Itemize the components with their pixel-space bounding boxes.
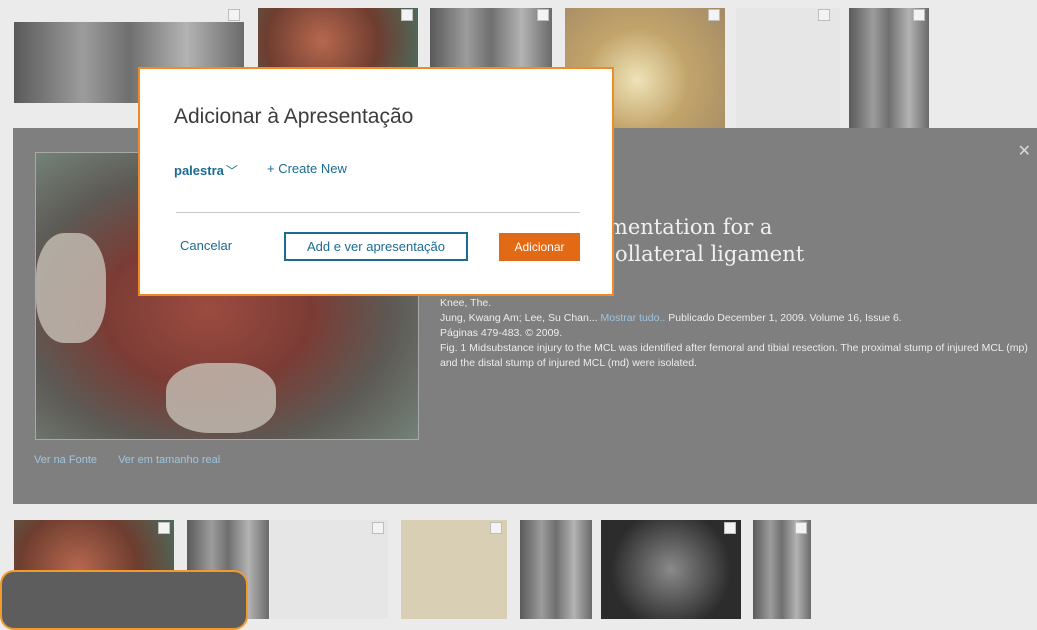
thumbnail-image[interactable] (601, 520, 741, 619)
add-and-view-button[interactable]: Add e ver apresentação (284, 232, 468, 261)
thumbnail-checkbox[interactable] (913, 9, 925, 21)
cancel-button[interactable]: Cancelar (180, 238, 232, 253)
show-all-authors-link[interactable]: Mostrar tudo.. (601, 312, 666, 324)
bottom-panel-tab[interactable] (0, 570, 248, 630)
thumbnail-image[interactable] (520, 520, 592, 619)
add-to-presentation-modal: Adicionar à Apresentação palestra ﹀ + Cre… (138, 67, 614, 296)
view-full-size-link[interactable]: Ver em tamanho real (118, 454, 220, 466)
thumbnail-checkbox[interactable] (818, 9, 830, 21)
thumbnail-checkbox[interactable] (372, 522, 384, 534)
thumbnail-checkbox[interactable] (401, 9, 413, 21)
presentation-dropdown[interactable]: palestra ﹀ (174, 162, 238, 179)
presentation-selected-label: palestra (174, 163, 224, 178)
thumbnail-image[interactable] (849, 8, 929, 128)
thumbnail-checkbox[interactable] (795, 522, 807, 534)
view-source-link[interactable]: Ver na Fonte (34, 454, 97, 466)
thumbnail-image[interactable] (401, 520, 507, 619)
journal-name: Knee, The. (440, 297, 492, 309)
create-new-link[interactable]: + Create New (267, 161, 347, 176)
authors: Jung, Kwang Am; Lee, Su Chan... (440, 312, 598, 324)
thumbnail-checkbox[interactable] (724, 522, 736, 534)
published-info: Publicado December 1, 2009. Volume 16, I… (668, 312, 902, 324)
modal-title: Adicionar à Apresentação (174, 105, 414, 128)
add-button[interactable]: Adicionar (499, 233, 580, 261)
thumbnail-checkbox[interactable] (228, 9, 240, 21)
divider (176, 212, 580, 213)
thumbnail-checkbox[interactable] (490, 522, 502, 534)
thumbnail-checkbox[interactable] (158, 522, 170, 534)
pages-info: Páginas 479-483. © 2009. (440, 327, 563, 339)
close-icon[interactable]: ✕ (1018, 141, 1031, 161)
source-links: Ver na Fonte Ver em tamanho real (34, 454, 238, 466)
thumbnail-checkbox[interactable] (708, 9, 720, 21)
thumbnail-image[interactable] (430, 8, 552, 70)
article-meta: Knee, The. Jung, Kwang Am; Lee, Su Chan.… (440, 296, 1030, 371)
thumbnail-image[interactable] (753, 520, 811, 619)
figure-caption: Fig. 1 Midsubstance injury to the MCL wa… (440, 342, 1028, 369)
thumbnail-image[interactable] (270, 520, 388, 619)
chevron-down-icon: ﹀ (225, 164, 238, 178)
thumbnail-image[interactable] (258, 8, 418, 74)
thumbnail-checkbox[interactable] (537, 9, 549, 21)
thumbnail-image[interactable] (736, 8, 840, 128)
